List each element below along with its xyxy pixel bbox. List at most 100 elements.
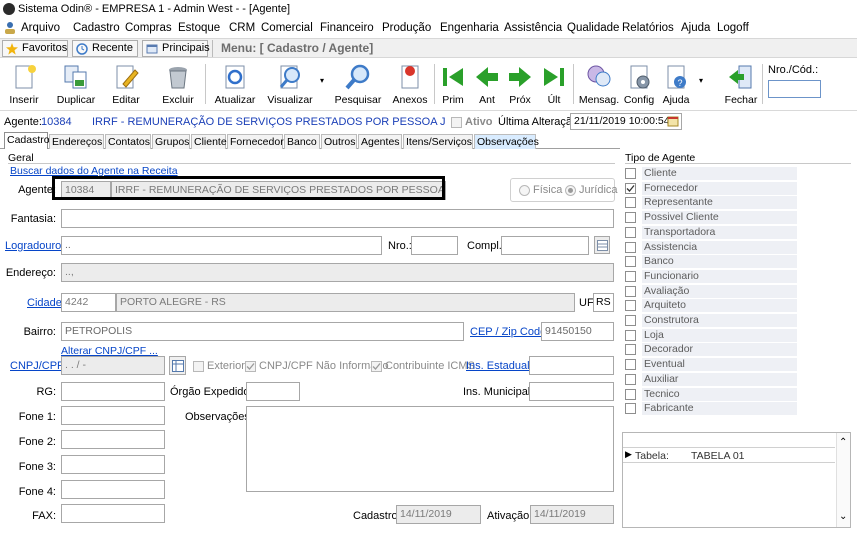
cep-input[interactable]: 91450150 (541, 322, 614, 341)
table-row[interactable]: ▶ Tabela: TABELA 01 (623, 447, 835, 463)
menu-crm[interactable]: CRM (229, 22, 255, 34)
exterior-checkbox[interactable] (193, 361, 204, 372)
menu-relatorios[interactable]: Relatórios (622, 22, 674, 34)
tipo-agente-checkbox[interactable] (625, 344, 636, 356)
calendar-icon[interactable] (667, 115, 679, 127)
menu-engenharia[interactable]: Engenharia (440, 22, 499, 34)
menu-producao[interactable]: Produção (382, 22, 431, 34)
fisica-radio[interactable] (519, 185, 530, 196)
fone3-input[interactable] (61, 455, 165, 474)
cnpj-lookup-button[interactable] (169, 356, 186, 375)
juridica-radio[interactable] (565, 185, 576, 196)
tipo-agente-checkbox[interactable] (625, 241, 636, 253)
tab-grupos[interactable]: Grupos (152, 134, 190, 149)
anexos-button[interactable]: Anexos (391, 60, 429, 108)
menu-estoque[interactable]: Estoque (178, 22, 220, 34)
tipo-agente-item[interactable]: Eventual (625, 357, 797, 372)
tipo-agente-item[interactable]: Auxiliar (625, 372, 797, 387)
tipo-agente-checkbox[interactable] (625, 212, 636, 224)
prox-button[interactable]: Próx (505, 60, 535, 108)
observacoes-textarea[interactable] (246, 406, 614, 492)
ins-municipal-input[interactable] (529, 382, 614, 401)
nro-cod-input[interactable] (768, 80, 821, 98)
tab-agentes[interactable]: Agentes (358, 134, 402, 149)
menu-qualidade[interactable]: Qualidade (567, 22, 619, 34)
tipo-agente-item[interactable]: Representante (625, 195, 797, 210)
tab-contatos[interactable]: Contatos (105, 134, 151, 149)
tab-enderecos[interactable]: Endereços (49, 134, 104, 149)
menu-ajuda[interactable]: Ajuda (681, 22, 710, 34)
ativo-checkbox[interactable] (451, 117, 462, 128)
menu-logoff[interactable]: Logoff (717, 22, 749, 34)
tab-itens-servicos[interactable]: Itens/Serviços (403, 134, 473, 149)
tipo-agente-checkbox[interactable] (625, 388, 636, 400)
tipo-agente-item[interactable]: Arquiteto (625, 298, 797, 313)
contribuinte-icms-checkbox[interactable] (371, 361, 382, 372)
tipo-agente-item[interactable]: Cliente (625, 166, 797, 181)
prim-button[interactable]: Prim (438, 60, 468, 108)
bairro-input[interactable]: PETROPOLIS (61, 322, 464, 341)
menu-compras[interactable]: Compras (125, 22, 172, 34)
atualizar-button[interactable]: Atualizar (212, 60, 258, 108)
tipo-agente-checkbox[interactable] (625, 182, 636, 194)
tipo-agente-item[interactable]: Loja (625, 328, 797, 343)
inserir-button[interactable]: Inserir (4, 60, 44, 108)
ult-button[interactable]: Últ (539, 60, 569, 108)
principais-button[interactable]: Principais (142, 40, 210, 57)
tipo-agente-item[interactable]: Assistencia (625, 240, 797, 255)
cnpj-nao-informado-checkbox[interactable] (245, 361, 256, 372)
tipo-agente-item[interactable]: Fornecedor (625, 181, 797, 196)
tipo-agente-item[interactable]: Decorador (625, 342, 797, 357)
tipo-agente-item[interactable]: Transportadora (625, 225, 797, 240)
tab-fornecedor[interactable]: Fornecedor (227, 134, 284, 149)
editar-button[interactable]: Editar (106, 60, 146, 108)
fantasia-input[interactable] (61, 209, 614, 228)
tipo-agente-item[interactable]: Construtora (625, 313, 797, 328)
menu-cadastro[interactable]: Cadastro (73, 22, 120, 34)
scroll-down-icon[interactable]: ⌄ (839, 511, 847, 522)
tipo-agente-item[interactable]: Fabricante (625, 401, 797, 416)
tipo-agente-checkbox[interactable] (625, 329, 636, 341)
favoritos-button[interactable]: Favoritos (2, 40, 68, 57)
tab-observacoes[interactable]: Observações (474, 134, 539, 149)
fone4-input[interactable] (61, 480, 165, 499)
fax-input[interactable] (61, 504, 165, 523)
orgao-expedidor-input[interactable] (246, 382, 300, 401)
duplicar-button[interactable]: Duplicar (53, 60, 99, 108)
config-button[interactable]: Config (622, 60, 656, 108)
tipo-agente-checkbox[interactable] (625, 315, 636, 326)
tipo-agente-item[interactable]: Funcionario (625, 269, 797, 284)
tipo-agente-item[interactable]: Possivel Cliente (625, 210, 797, 225)
tab-banco[interactable]: Banco (284, 134, 320, 149)
logradouro-input[interactable]: .. (61, 236, 382, 255)
cnpj-link[interactable]: CNPJ/CPF: (10, 360, 67, 372)
ajuda-button[interactable]: ? Ajuda (659, 60, 693, 108)
mensag-button[interactable]: Mensag. (578, 60, 620, 108)
tipo-agente-checkbox[interactable] (625, 256, 636, 268)
tipo-agente-checkbox[interactable] (625, 270, 636, 282)
cidade-link[interactable]: Cidade: (27, 297, 65, 309)
nro-input[interactable] (411, 236, 458, 255)
ajuda-dropdown-icon[interactable]: ▾ (699, 76, 703, 85)
tipo-agente-item[interactable]: Tecnico (625, 387, 797, 402)
recente-button[interactable]: Recente (72, 40, 138, 57)
tipo-agente-item[interactable]: Avaliação (625, 284, 797, 299)
visualizar-dropdown-icon[interactable]: ▾ (320, 76, 324, 85)
tab-cliente[interactable]: Cliente (191, 134, 227, 149)
logradouro-lookup-button[interactable] (594, 236, 610, 254)
tipo-agente-checkbox[interactable] (625, 168, 636, 179)
tipo-agente-checkbox[interactable] (625, 226, 636, 238)
tab-outros[interactable]: Outros (321, 134, 357, 149)
tab-cadastro[interactable]: Cadastro (4, 132, 50, 149)
pesquisar-button[interactable]: Pesquisar (334, 60, 382, 108)
fone2-input[interactable] (61, 430, 165, 449)
visualizar-button[interactable]: Visualizar (264, 60, 316, 108)
tipo-agente-checkbox[interactable] (625, 285, 636, 297)
menu-financeiro[interactable]: Financeiro (320, 22, 374, 34)
menu-comercial[interactable]: Comercial (261, 22, 313, 34)
cep-link[interactable]: CEP / Zip Code: (470, 326, 549, 338)
tipo-agente-checkbox[interactable] (625, 300, 636, 312)
tipo-agente-checkbox[interactable] (625, 403, 636, 415)
menu-arquivo[interactable]: Arquivo (21, 22, 60, 34)
tipo-agente-checkbox[interactable] (625, 359, 636, 371)
